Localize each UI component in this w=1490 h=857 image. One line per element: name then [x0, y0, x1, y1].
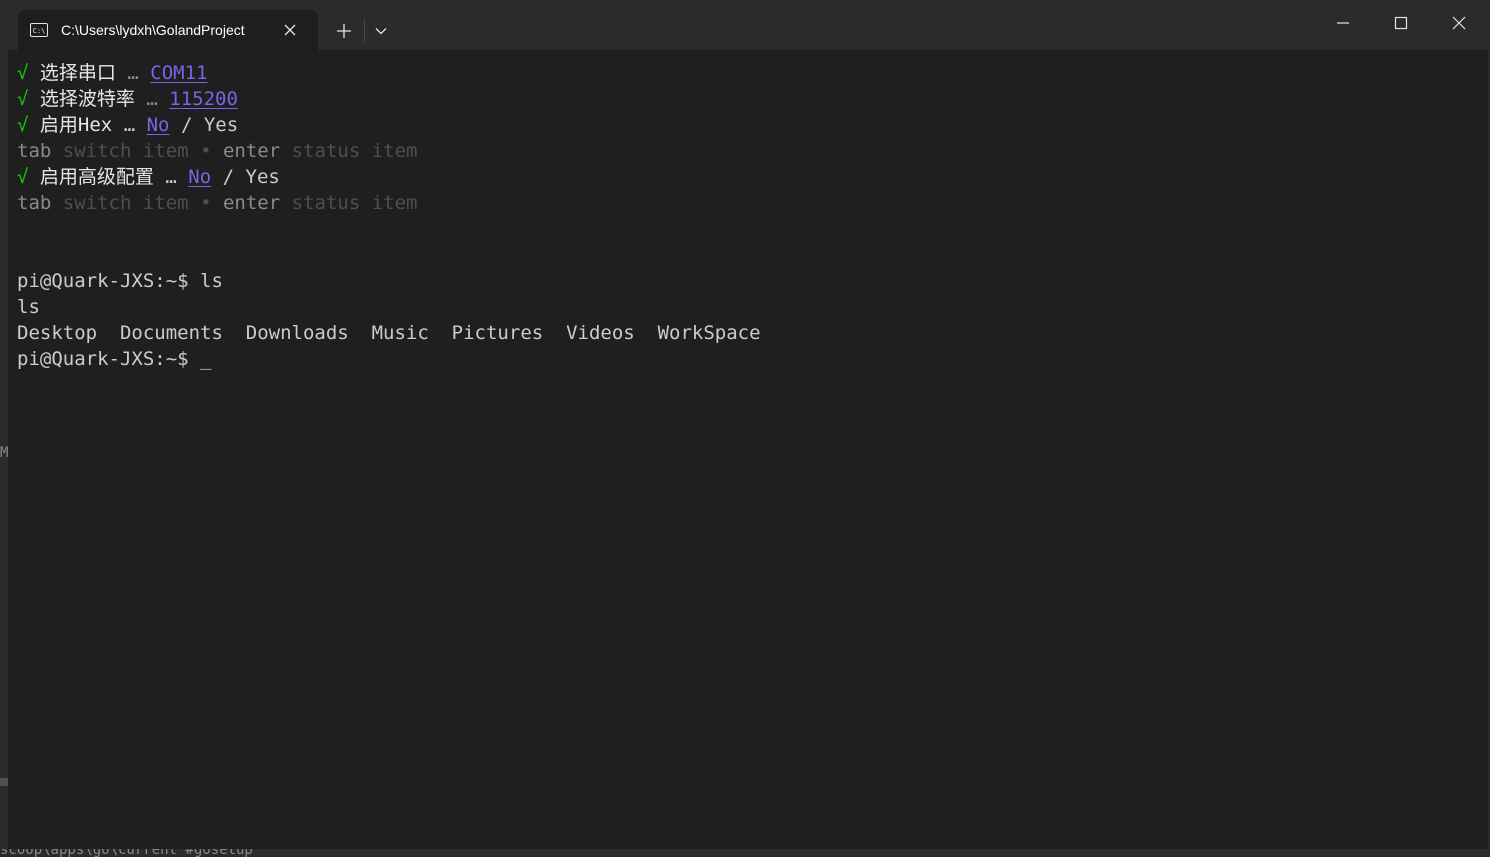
- prompt-line-enable-hex: √ 启用Hex … No / Yes: [17, 112, 238, 138]
- prompt-line-advanced-config: √ 启用高级配置 … No / Yes: [17, 164, 280, 190]
- minimize-button[interactable]: [1314, 0, 1372, 46]
- hint-key: enter: [222, 140, 281, 162]
- plus-icon: [337, 24, 351, 38]
- maximize-button[interactable]: [1372, 0, 1430, 46]
- window-close-button[interactable]: [1430, 0, 1488, 46]
- shell-prompt: pi@Quark-JXS:~$: [17, 348, 201, 370]
- terminal-output[interactable]: √ 选择串口 … COM11 √ 选择波特率 … 115200 √ 启用Hex …: [8, 50, 1488, 850]
- text-cursor: _: [200, 348, 212, 370]
- chevron-down-icon: [375, 28, 387, 35]
- prompt-separator: …: [146, 88, 158, 110]
- check-mark: √: [17, 88, 29, 110]
- close-icon: [284, 24, 296, 36]
- background-window-edge: M: [0, 50, 8, 857]
- hint-line: tab switch item • enter status item: [17, 190, 417, 216]
- prompt-question: 选择串口: [39, 62, 116, 84]
- hint-bullet: •: [200, 192, 212, 214]
- check-mark: √: [17, 114, 29, 136]
- toggle-option-selected: No: [146, 114, 170, 136]
- shell-input-line[interactable]: pi@Quark-JXS:~$ _: [17, 346, 211, 372]
- terminal-window: C:\ C:\Users\lydxh\GolandProject M √ 选择串…: [0, 0, 1490, 857]
- hint-desc: switch item: [62, 140, 189, 162]
- close-icon: [1452, 16, 1466, 30]
- toggle-option: Yes: [203, 114, 239, 136]
- prompt-separator: …: [165, 166, 177, 188]
- toggle-slash: /: [180, 114, 193, 136]
- shell-echo-line: ls: [17, 296, 40, 318]
- hint-key: enter: [222, 192, 281, 214]
- minimize-icon: [1337, 22, 1349, 24]
- prompt-question: 选择波特率: [39, 88, 135, 110]
- background-window-bottom: scoop\apps\go\current #gosetup: [0, 849, 1490, 857]
- check-mark: √: [17, 62, 29, 84]
- maximize-icon: [1394, 16, 1408, 30]
- hint-key: tab: [17, 140, 52, 162]
- tab-title: C:\Users\lydxh\GolandProject: [61, 22, 245, 38]
- hint-desc: status item: [291, 192, 418, 214]
- toggle-slash: /: [222, 166, 235, 188]
- new-tab-button[interactable]: [332, 19, 356, 43]
- tab-close-button[interactable]: [280, 20, 300, 40]
- tab-divider: [364, 19, 365, 43]
- terminal-prompt-icon: C:\: [30, 23, 48, 37]
- directory-listing: Desktop Documents Downloads Music Pictur…: [17, 322, 761, 344]
- toggle-option-selected: No: [188, 166, 212, 188]
- prompt-separator: …: [127, 62, 139, 84]
- prompt-line-baud-rate: √ 选择波特率 … 115200: [17, 86, 238, 112]
- prompt-question: 启用高级配置: [39, 166, 154, 188]
- prompt-separator: …: [123, 114, 136, 136]
- hint-key: tab: [17, 192, 52, 214]
- prompt-line-serial-port: √ 选择串口 … COM11: [17, 60, 207, 86]
- tab-dropdown-button[interactable]: [370, 19, 392, 43]
- prompt-answer: COM11: [150, 62, 208, 84]
- check-mark: √: [17, 166, 29, 188]
- background-text: scoop\apps\go\current #gosetup: [0, 849, 253, 857]
- hint-desc: switch item: [62, 192, 189, 214]
- title-bar[interactable]: C:\ C:\Users\lydxh\GolandProject: [0, 0, 1490, 50]
- background-marker: [0, 778, 8, 786]
- tab-active[interactable]: C:\ C:\Users\lydxh\GolandProject: [18, 10, 318, 50]
- hint-bullet: •: [200, 140, 212, 162]
- hint-desc: status item: [291, 140, 418, 162]
- shell-prompt-line: pi@Quark-JXS:~$ ls: [17, 270, 223, 292]
- toggle-option: Yes: [245, 166, 280, 188]
- hint-line: tab switch item • enter status item: [17, 138, 417, 164]
- prompt-question: 启用Hex: [39, 114, 113, 136]
- prompt-answer: 115200: [169, 88, 238, 110]
